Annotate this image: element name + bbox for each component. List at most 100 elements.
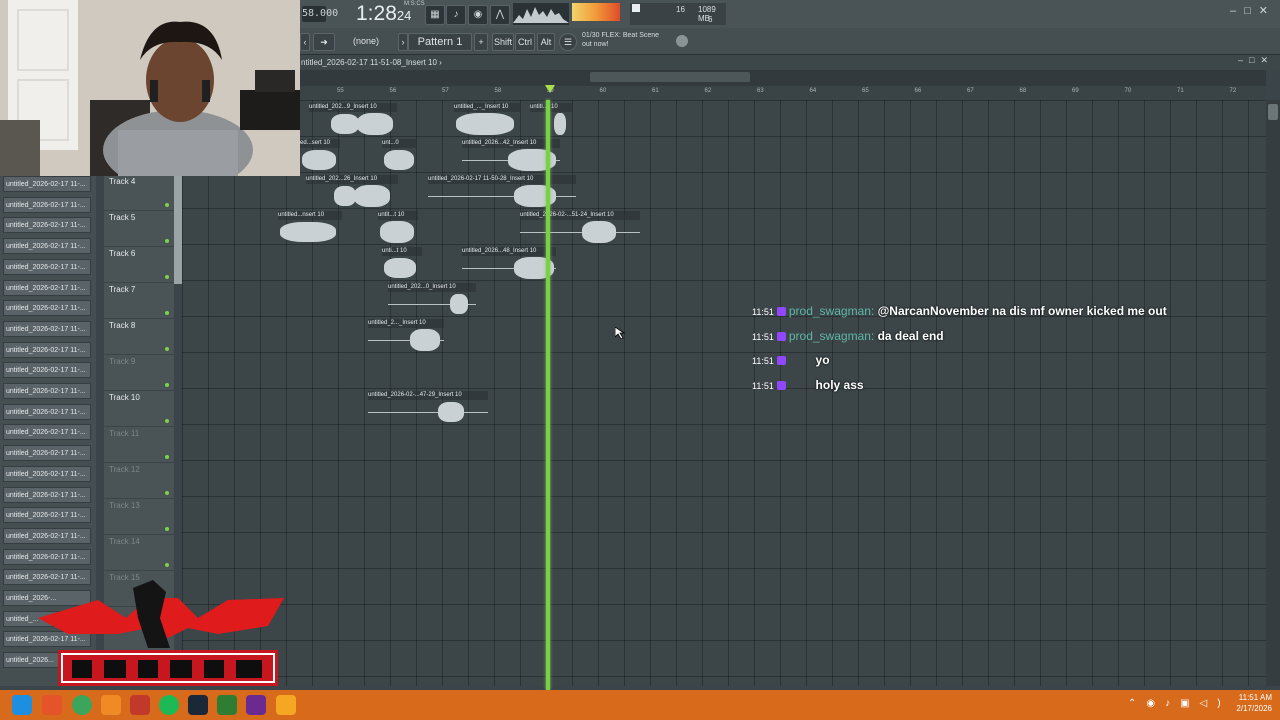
audio-clip[interactable]: untitled_202...26_Insert 10 bbox=[306, 175, 398, 209]
track-mute-led[interactable] bbox=[165, 419, 169, 423]
browser-item[interactable]: untitled_2026-02-17 11-... bbox=[3, 548, 91, 565]
master-volume-meter[interactable] bbox=[572, 3, 620, 21]
track-name: Track 13 bbox=[109, 501, 140, 510]
track-name: Track 6 bbox=[109, 249, 136, 258]
audio-clip[interactable]: untitled...nsert 10 bbox=[278, 211, 342, 245]
ctrl-button[interactable]: Ctrl bbox=[515, 33, 535, 51]
horizontal-scroll-thumb[interactable] bbox=[590, 72, 750, 82]
browser-item[interactable]: untitled_2026-02-17 11-... bbox=[3, 486, 91, 503]
ruler-number: 57 bbox=[442, 88, 449, 94]
window-controls[interactable]: –□✕ bbox=[1230, 4, 1276, 17]
brave-browser-icon[interactable] bbox=[42, 695, 62, 715]
track-scrollbar[interactable] bbox=[174, 176, 182, 284]
track-mute-led[interactable] bbox=[165, 491, 169, 495]
browser-item[interactable]: untitled_2026-02-17 11-... bbox=[3, 320, 91, 337]
audio-clip[interactable]: unt...0 bbox=[382, 139, 416, 173]
wait-record-icon[interactable]: ◉ bbox=[468, 5, 488, 25]
track-mute-led[interactable] bbox=[165, 383, 169, 387]
track-header[interactable]: Track 12 bbox=[104, 464, 174, 499]
browser-item[interactable]: untitled_2026-02-17 11-... bbox=[3, 527, 91, 544]
track-header[interactable]: Track 13 bbox=[104, 500, 174, 535]
playhead-marker[interactable] bbox=[545, 85, 555, 93]
audio-clip[interactable]: untitled_2026-02-17 11-50-28_Insert 10 bbox=[428, 175, 576, 209]
pattern-none-selector[interactable]: (none) bbox=[341, 33, 391, 49]
browser-item[interactable]: untitled_2026-02-17 11-... bbox=[3, 383, 91, 399]
add-pattern-icon[interactable]: + bbox=[474, 33, 488, 51]
typing-keyboard-icon[interactable]: ♪ bbox=[446, 5, 466, 25]
arrow-right-icon[interactable]: ➜ bbox=[313, 33, 335, 51]
track-header[interactable]: Track 8 bbox=[104, 320, 174, 355]
track-mute-led[interactable] bbox=[165, 563, 169, 567]
browser-item[interactable]: untitled_2026-02-17 11-... bbox=[3, 445, 91, 462]
browser-item[interactable]: untitled_2026-02-17 11-... bbox=[3, 300, 91, 317]
chat-text: holy ass bbox=[815, 377, 864, 392]
track-mute-led[interactable] bbox=[165, 203, 169, 207]
track-header[interactable]: Track 9 bbox=[104, 356, 174, 391]
browser-item[interactable]: untitled_2026-02-17 11-... bbox=[3, 424, 91, 441]
shift-button[interactable]: Shift bbox=[492, 33, 514, 51]
alt-button[interactable]: Alt bbox=[537, 33, 555, 51]
track-mute-led[interactable] bbox=[165, 311, 169, 315]
track-header[interactable]: Track 14 bbox=[104, 536, 174, 571]
browser-item[interactable]: untitled_2026-02-17 11-... bbox=[3, 362, 91, 379]
audio-clip[interactable]: ed...sert 10 bbox=[300, 139, 340, 173]
browser-item[interactable]: untitled_2026-02-17 11-... bbox=[3, 176, 91, 192]
audio-clip[interactable]: unti...t 10 bbox=[382, 247, 422, 281]
browser-item[interactable]: untitled_2026-02-17 11-... bbox=[3, 196, 91, 213]
browser-item[interactable]: untitled_2026-02-17 11-... bbox=[3, 507, 91, 524]
track-mute-led[interactable] bbox=[165, 275, 169, 279]
browser-item[interactable]: untitled_2026-02-17 11-... bbox=[3, 258, 91, 275]
arrow-left-icon[interactable]: ‹ bbox=[300, 33, 310, 51]
app-icon-2[interactable] bbox=[217, 695, 237, 715]
track-header[interactable]: Track 6 bbox=[104, 248, 174, 283]
track-header[interactable]: Track 10 bbox=[104, 392, 174, 427]
pattern-selector[interactable]: Pattern 1 bbox=[408, 33, 472, 51]
steam-icon[interactable] bbox=[188, 695, 208, 715]
news-ticker[interactable]: 01/30 FLEX: Beat Scene out now! bbox=[582, 31, 659, 49]
chevron-right-icon[interactable]: › bbox=[398, 33, 408, 51]
audio-clip[interactable]: untitled_202...0_Insert 10 bbox=[388, 283, 476, 317]
audio-clip[interactable]: untitled_2026...48_Insert 10 bbox=[462, 247, 556, 281]
playlist-window-controls[interactable]: –□✕ bbox=[1238, 55, 1274, 66]
browser-item[interactable]: untitled_2026-02-17 11-... bbox=[3, 238, 91, 255]
browser-item[interactable]: untitled_2026-02-17 11-... bbox=[3, 341, 91, 358]
app-icon[interactable] bbox=[101, 695, 121, 715]
audio-clip[interactable]: untitl...t 10 bbox=[530, 103, 572, 137]
audio-clip[interactable]: untitled_202...9_Insert 10 bbox=[309, 103, 397, 137]
browser-item[interactable]: untitled_2026-02-17 11-... bbox=[3, 403, 91, 420]
audio-clip[interactable]: untitled_2026-02-...47-29_Insert 10 bbox=[368, 391, 488, 425]
clip-label: untitl...t 10 bbox=[530, 103, 572, 112]
ruler-number: 72 bbox=[1229, 88, 1237, 94]
fl-studio-icon[interactable] bbox=[276, 695, 296, 715]
audio-clip[interactable]: untit...t 10 bbox=[378, 211, 418, 245]
track-mute-led[interactable] bbox=[165, 455, 169, 459]
audio-clip[interactable]: untitled_..._Insert 10 bbox=[454, 103, 520, 137]
globe-icon[interactable] bbox=[676, 35, 688, 47]
track-mute-led[interactable] bbox=[165, 347, 169, 351]
browser-item[interactable]: untitled_2026-02-17 11-... bbox=[3, 217, 91, 234]
piano-icon[interactable]: ▦ bbox=[425, 5, 445, 25]
audio-clip[interactable]: untitled_2..._Insert 10 bbox=[368, 319, 444, 353]
vertical-scroll-thumb[interactable] bbox=[1268, 104, 1278, 120]
tempo-display[interactable]: 58.000 bbox=[302, 6, 338, 22]
app-icon-3[interactable] bbox=[246, 695, 266, 715]
system-tray-icons[interactable]: ⌃◉♪▣◁) bbox=[1128, 698, 1231, 709]
playhead-line[interactable] bbox=[546, 100, 550, 690]
browser-item[interactable]: untitled_2026-02-17 11-... bbox=[3, 279, 91, 296]
track-header[interactable]: Track 4 bbox=[104, 176, 174, 211]
windows-start-icon[interactable] bbox=[12, 695, 32, 715]
track-header[interactable]: Track 7 bbox=[104, 284, 174, 319]
news-icon[interactable]: ☰ bbox=[559, 33, 577, 51]
media-app-icon[interactable] bbox=[130, 695, 150, 715]
track-mute-led[interactable] bbox=[165, 527, 169, 531]
browser-item[interactable]: untitled_2026-02-17 11-... bbox=[3, 465, 91, 482]
audio-clip[interactable]: untitled_2026-02-...51-24_Insert 10 bbox=[520, 211, 640, 245]
system-clock[interactable]: 11:51 AM 2/17/2026 bbox=[1236, 692, 1272, 714]
track-header[interactable]: Track 5 bbox=[104, 212, 174, 247]
vertical-scrollbar[interactable] bbox=[1266, 100, 1280, 686]
track-header[interactable]: Track 11 bbox=[104, 428, 174, 463]
track-mute-led[interactable] bbox=[165, 239, 169, 243]
metronome-icon[interactable]: ⋀ bbox=[490, 5, 510, 25]
chrome-icon[interactable] bbox=[72, 695, 92, 715]
spotify-icon[interactable] bbox=[159, 695, 179, 715]
